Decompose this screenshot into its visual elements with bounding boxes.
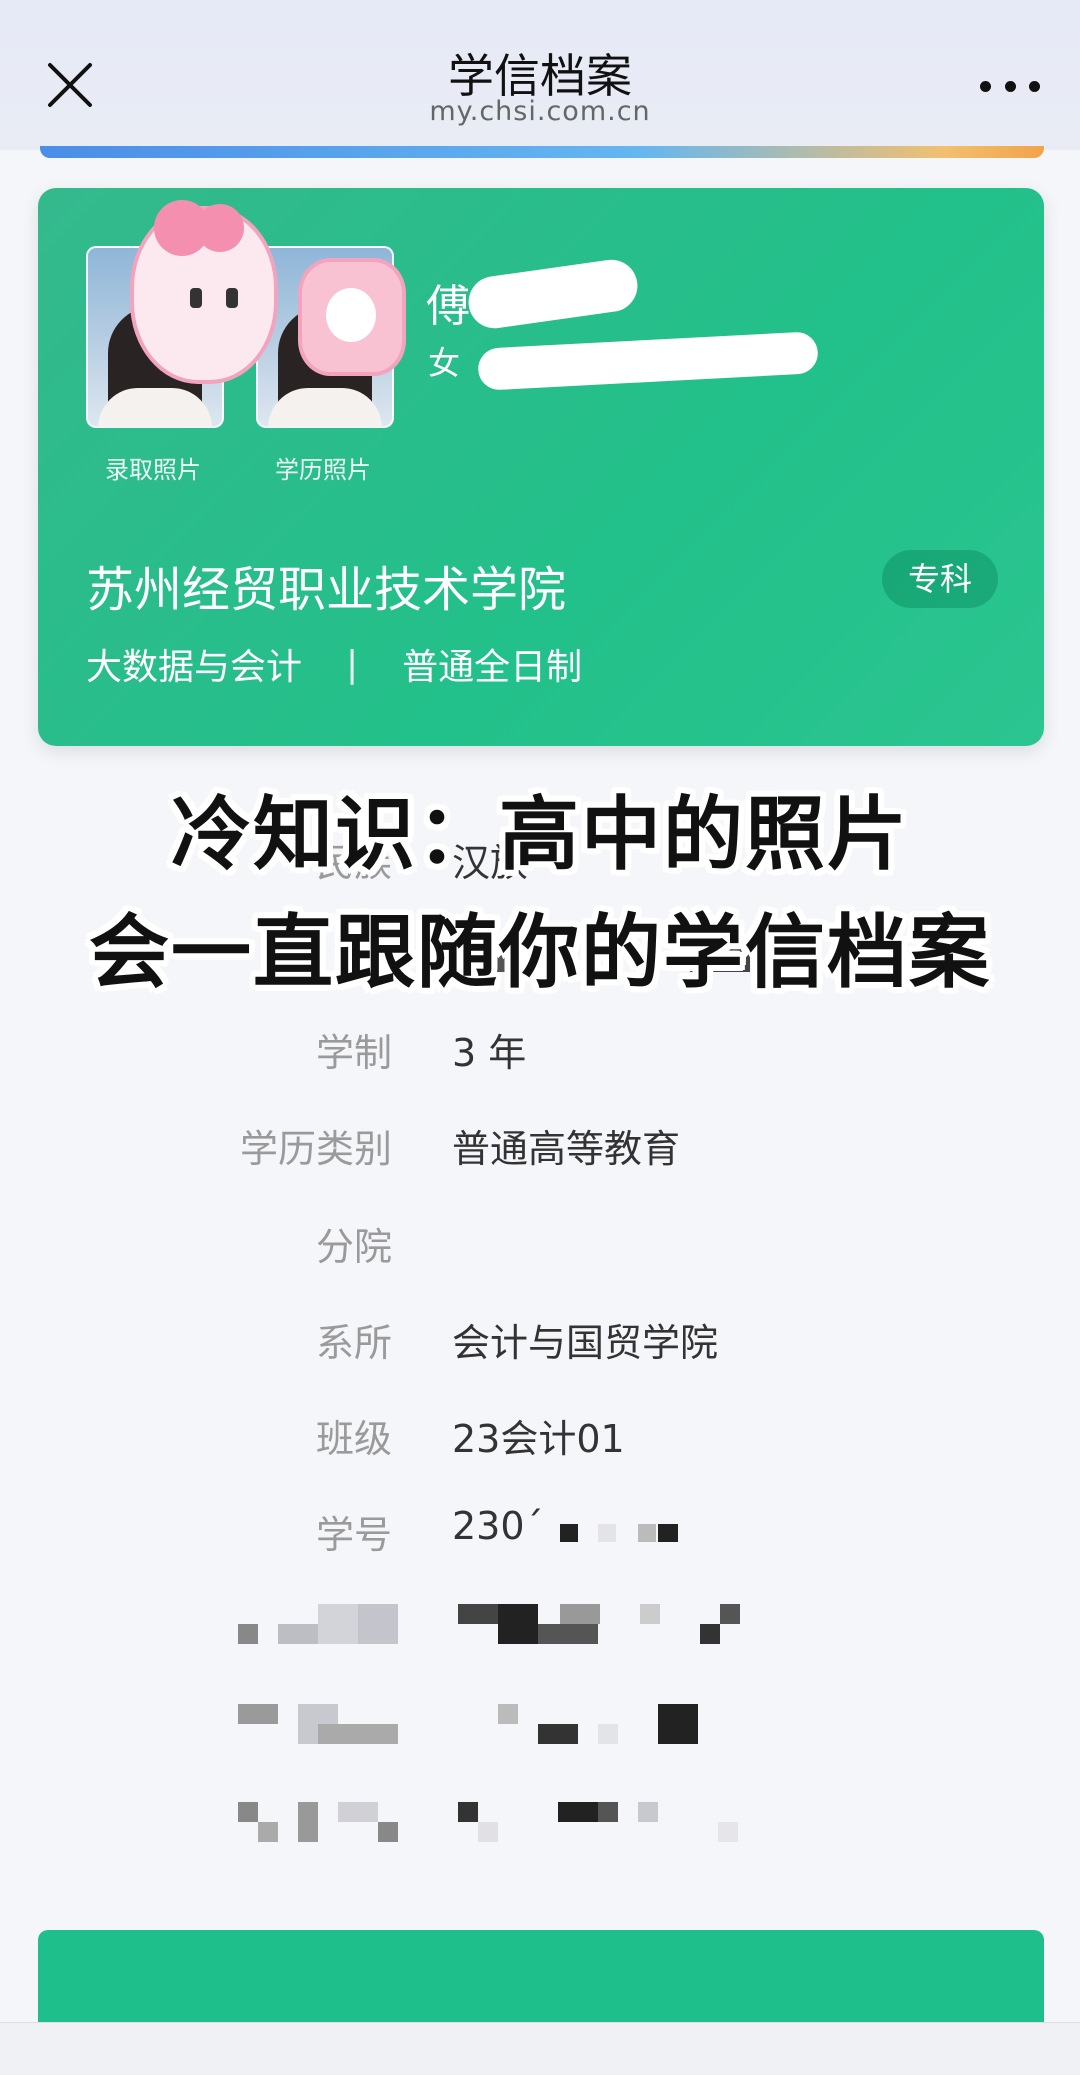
major-line: 大数据与会计 | 普通全日制 [86, 638, 582, 690]
info-value: 230´ [452, 1504, 544, 1548]
page-url: my.chsi.com.cn [429, 96, 651, 127]
pixelated-value [638, 1524, 656, 1542]
info-row-class: 班级 23会计01 [0, 1408, 1080, 1468]
level-badge: 专科 [882, 550, 998, 608]
info-row-duration: 学制 3 年 [0, 1022, 1080, 1082]
info-label: 班级 [315, 1417, 392, 1461]
redaction-mark [477, 331, 819, 391]
major-name: 大数据与会计 [86, 647, 303, 688]
student-card: 录取照片 学历照片 傅 女 苏州经贸职业技术学院 专科 大数据与会计 | 普通全… [38, 188, 1044, 746]
info-label: 学历类别 [239, 1127, 392, 1171]
student-gender: 女 [428, 344, 461, 382]
degree-photo-label: 学历照片 [275, 456, 371, 484]
admission-photo-label: 录取照片 [105, 456, 201, 484]
info-row-pixelated [0, 1798, 1080, 1858]
school-name: 苏州经贸职业技术学院 [86, 562, 567, 618]
privacy-sticker [298, 258, 406, 376]
info-value: 会计与国贸学院 [452, 1321, 719, 1365]
info-label: 学号 [315, 1513, 392, 1557]
pixelated-value [598, 1524, 616, 1542]
redaction-mark [465, 256, 641, 332]
top-bar: 学信档案 my.chsi.com.cn [0, 0, 1080, 150]
info-value: 23会计01 [452, 1417, 625, 1461]
separator: | [346, 643, 359, 685]
info-row-edu-type: 学历类别 普通高等教育 [0, 1118, 1080, 1178]
info-row-branch: 分院 [0, 1216, 1080, 1276]
caption-line-2: 会一直跟随你的学信档案 [89, 906, 991, 999]
info-label: 学制 [315, 1031, 392, 1075]
student-name: 傅 [426, 281, 470, 332]
pixelated-value [560, 1524, 578, 1542]
more-options-icon[interactable] [980, 68, 1040, 104]
bottom-toolbar [0, 2022, 1080, 2075]
study-mode: 普通全日制 [402, 647, 583, 688]
info-label: 系所 [315, 1321, 392, 1365]
info-value: 普通高等教育 [452, 1127, 681, 1171]
info-row-student-id: 学号 230´ [0, 1504, 1080, 1564]
info-row-department: 系所 会计与国贸学院 [0, 1312, 1080, 1372]
info-value: 3 年 [452, 1031, 527, 1075]
pixelated-value [658, 1524, 678, 1542]
caption-line-1: 冷知识：高中的照片 [171, 788, 909, 881]
privacy-sticker [130, 200, 278, 384]
info-row-pixelated [0, 1700, 1080, 1760]
info-row-pixelated [0, 1600, 1080, 1660]
info-label: 分院 [315, 1225, 392, 1269]
banner-strip [40, 146, 1044, 158]
